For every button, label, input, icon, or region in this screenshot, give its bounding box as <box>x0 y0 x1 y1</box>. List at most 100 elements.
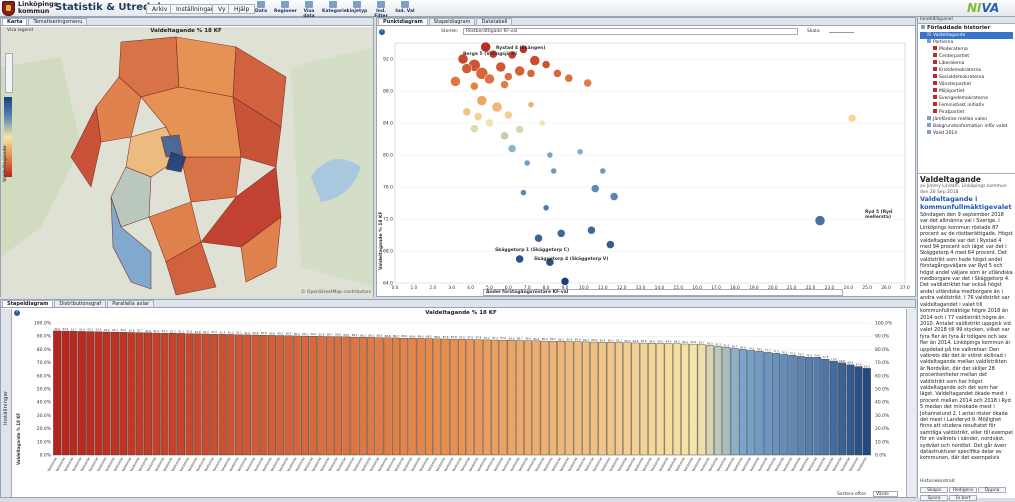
tool-4-button[interactable]: Linjetyp <box>346 1 368 16</box>
bar[interactable] <box>681 343 690 456</box>
bar[interactable] <box>268 335 276 456</box>
bar[interactable] <box>763 352 772 456</box>
bar[interactable] <box>821 358 830 456</box>
tool-1-button[interactable]: Regioner <box>274 1 297 16</box>
bar[interactable] <box>648 343 656 456</box>
scatter-point[interactable] <box>473 112 483 121</box>
help-icon-bar[interactable]: ? <box>14 310 20 316</box>
bar[interactable] <box>53 330 62 456</box>
tab-karta[interactable]: Karta <box>2 18 28 25</box>
story-3-button[interactable]: Spara <box>920 495 948 501</box>
scatter-point[interactable] <box>814 215 826 226</box>
bar[interactable] <box>623 342 632 456</box>
tree-item[interactable]: Partierna <box>920 39 1013 46</box>
scatter-point[interactable] <box>480 41 491 53</box>
bar[interactable] <box>111 331 119 456</box>
bar[interactable] <box>358 337 367 456</box>
bar[interactable] <box>780 354 789 456</box>
scatter-point[interactable] <box>590 184 600 193</box>
tree-item[interactable]: Liberalerna <box>920 60 1013 67</box>
bar[interactable] <box>515 340 524 456</box>
tree-item[interactable]: Valdeltagande <box>920 32 1013 39</box>
scatter-point[interactable] <box>500 131 509 141</box>
scatter-point[interactable] <box>541 60 551 69</box>
bar[interactable] <box>582 341 590 456</box>
bar[interactable] <box>127 332 136 456</box>
scatter-point[interactable] <box>470 81 479 91</box>
bar[interactable] <box>210 334 219 456</box>
tree-item[interactable]: Förladdade historier <box>920 25 1013 32</box>
bar[interactable] <box>482 339 491 456</box>
scatter-point[interactable] <box>523 159 531 167</box>
bar[interactable] <box>292 335 301 456</box>
tool-5-button[interactable]: Ind. Filter <box>370 1 392 19</box>
bar[interactable] <box>474 339 483 456</box>
bar[interactable] <box>185 333 194 456</box>
tree-item[interactable]: Centerpartiet <box>920 53 1013 60</box>
bar[interactable] <box>615 342 623 456</box>
bar[interactable] <box>400 337 409 456</box>
tab-datatabell[interactable]: Datatabell <box>476 18 513 25</box>
size-select[interactable]: Röstberättigade KF-val <box>463 28 798 35</box>
bar[interactable] <box>367 337 376 456</box>
story-4-button[interactable]: Ta bort <box>949 495 977 501</box>
bar[interactable] <box>350 336 359 456</box>
bar[interactable] <box>177 333 186 456</box>
help-icon[interactable]: ? <box>379 29 385 35</box>
bar[interactable] <box>342 336 351 456</box>
bar[interactable] <box>639 342 648 456</box>
bar[interactable] <box>276 335 285 456</box>
tool-2-button[interactable]: Visa data <box>298 1 320 19</box>
bar[interactable] <box>86 331 95 456</box>
scatter-point[interactable] <box>450 76 461 87</box>
bar[interactable] <box>747 350 756 456</box>
bar[interactable] <box>94 331 103 456</box>
bar[interactable] <box>425 338 433 456</box>
bar[interactable] <box>532 340 541 456</box>
bar[interactable] <box>846 364 855 456</box>
bar[interactable] <box>201 333 210 456</box>
bar[interactable] <box>606 342 615 456</box>
bar[interactable] <box>813 357 822 456</box>
bar[interactable] <box>251 334 260 456</box>
bar[interactable] <box>325 336 334 456</box>
tree-item[interactable]: Vänsterpartiet <box>920 81 1013 88</box>
scatter-point[interactable] <box>560 277 570 286</box>
scatter-point[interactable] <box>527 101 535 108</box>
bar[interactable] <box>730 348 739 456</box>
bar[interactable] <box>557 341 566 456</box>
scatter-point[interactable] <box>606 240 615 249</box>
tree-item[interactable]: Kristdemokraterna <box>920 67 1013 74</box>
bar[interactable] <box>862 368 871 456</box>
tree-item[interactable]: Socialdemokraterna <box>920 74 1013 81</box>
bar[interactable] <box>309 336 318 456</box>
scatter-point[interactable] <box>515 254 524 264</box>
bar[interactable] <box>69 331 78 456</box>
bar[interactable] <box>796 356 805 456</box>
bar[interactable] <box>697 344 706 456</box>
bar[interactable] <box>391 337 400 456</box>
bar[interactable] <box>135 332 144 456</box>
sort-select[interactable]: Värde <box>873 491 898 497</box>
scatter-point[interactable] <box>564 73 574 83</box>
bar[interactable] <box>259 334 268 456</box>
tab-punktdiagram[interactable]: Punktdiagram <box>378 18 428 25</box>
tree-item[interactable]: Feministiskt initiativ <box>920 102 1013 109</box>
bar[interactable] <box>540 340 549 456</box>
tree-item[interactable]: Jämförelse mellan valen <box>920 116 1013 123</box>
tree-item[interactable]: Miljöpartiet <box>920 88 1013 95</box>
bar[interactable] <box>590 341 599 456</box>
map-canvas[interactable]: Visa legend Valdeltagande % 18 KF Valdel… <box>1 27 373 297</box>
scatter-point[interactable] <box>491 101 503 113</box>
scatter-point[interactable] <box>462 107 472 117</box>
bar[interactable] <box>722 347 731 456</box>
tree-item[interactable]: Bakgrundsinformation inför valet <box>920 123 1013 130</box>
bar[interactable] <box>226 334 235 456</box>
scatter-point[interactable] <box>514 65 525 77</box>
bar[interactable] <box>656 343 665 456</box>
bar[interactable] <box>705 345 714 456</box>
story-2-button[interactable]: Öppna <box>978 487 1006 493</box>
tool-3-button[interactable]: Kategorier <box>322 1 349 16</box>
bar[interactable] <box>284 335 293 456</box>
scatter-point[interactable] <box>609 192 619 201</box>
